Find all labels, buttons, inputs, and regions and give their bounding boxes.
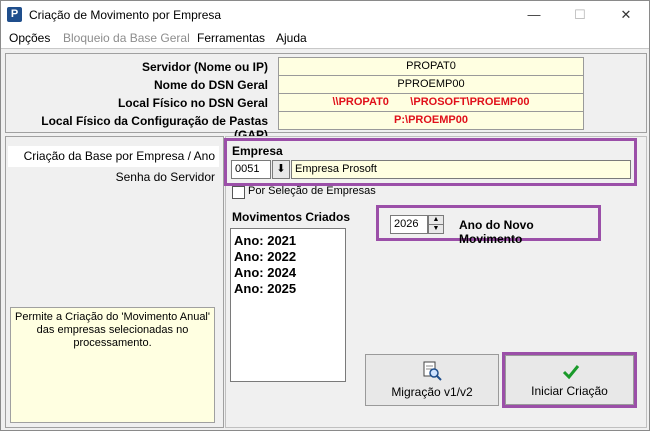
hint-text: Permite a Criação do 'Movimento Anual' d… <box>10 307 215 423</box>
server-info-panel: Servidor (Nome ou IP) PROPAT0 Nome do DS… <box>5 53 647 142</box>
local-dsn-field: \\PROPAT0 \PROSOFT\PROEMP00 <box>278 93 584 112</box>
local-dsn-label: Local Físico no DSN Geral <box>117 96 268 110</box>
nav-item-criacao-base[interactable]: Criação da Base por Empresa / Ano <box>8 146 219 167</box>
local-gap-field: P:\PROEMP00 <box>278 111 584 130</box>
menu-opcoes[interactable]: Opções <box>9 31 50 45</box>
empresa-group: Empresa 0051 ⬇ Empresa Prosoft <box>224 138 637 186</box>
ano-input[interactable]: 2026 <box>390 215 428 234</box>
chevron-down-icon: ▼ <box>432 225 440 232</box>
dsn-label: Nome do DSN Geral <box>153 78 268 92</box>
por-selecao-checkbox[interactable] <box>232 186 245 199</box>
window-title: Criação de Movimento por Empresa <box>29 8 222 22</box>
document-search-icon <box>423 361 442 381</box>
left-nav-panel: Criação da Base por Empresa / Ano Senha … <box>5 136 224 428</box>
dsn-field: PPROEMP00 <box>278 75 584 94</box>
chevron-up-icon: ▲ <box>432 216 440 223</box>
movimentos-list[interactable]: Ano: 2021 Ano: 2022 Ano: 2024 Ano: 2025 <box>230 228 346 382</box>
list-item[interactable]: Ano: 2025 <box>234 281 296 296</box>
app-logo-icon: P <box>7 7 22 22</box>
por-selecao-label[interactable]: Por Seleção de Empresas <box>248 185 376 197</box>
menu-ajuda[interactable]: Ajuda <box>276 31 307 45</box>
ano-label: Ano do Novo Movimento <box>459 218 534 246</box>
main-window: P Criação de Movimento por Empresa — ☐ ✕… <box>0 0 650 431</box>
iniciar-criacao-button[interactable]: Iniciar Criação <box>505 355 634 405</box>
arrow-down-icon: ⬇ <box>276 163 286 175</box>
minimize-button[interactable]: — <box>511 1 557 29</box>
menu-separator <box>1 48 649 49</box>
checkmark-icon <box>562 365 580 380</box>
title-bar: P Criação de Movimento por Empresa — ☐ ✕ <box>1 1 649 29</box>
empresa-lookup-button[interactable]: ⬇ <box>272 160 290 179</box>
servidor-field: PROPAT0 <box>278 57 584 76</box>
menu-bar: Opções Bloqueio da Base Geral Ferramenta… <box>1 29 649 48</box>
empresa-code-input[interactable]: 0051 <box>231 160 271 179</box>
migracao-button-label: Migração v1/v2 <box>391 385 473 399</box>
menu-bloqueio-base-geral[interactable]: Bloqueio da Base Geral <box>63 31 190 45</box>
nav-item-senha-servidor[interactable]: Senha do Servidor <box>8 167 219 188</box>
ano-decrement-button[interactable]: ▼ <box>428 224 444 234</box>
menu-ferramentas[interactable]: Ferramentas <box>197 31 265 45</box>
movimentos-label: Movimentos Criados <box>232 210 351 224</box>
list-item[interactable]: Ano: 2021 <box>234 233 296 248</box>
maximize-button[interactable]: ☐ <box>557 1 603 29</box>
empresa-name-field: Empresa Prosoft <box>291 160 631 179</box>
empresa-label: Empresa <box>232 144 283 158</box>
ano-group: 2026 ▲ ▼ Ano do Novo Movimento <box>376 205 601 246</box>
list-item[interactable]: Ano: 2022 <box>234 249 296 264</box>
list-item[interactable]: Ano: 2024 <box>234 265 296 280</box>
migracao-button[interactable]: Migração v1/v2 <box>365 354 499 406</box>
servidor-label: Servidor (Nome ou IP) <box>141 60 268 74</box>
close-button[interactable]: ✕ <box>603 1 649 29</box>
iniciar-criacao-label: Iniciar Criação <box>531 384 608 398</box>
